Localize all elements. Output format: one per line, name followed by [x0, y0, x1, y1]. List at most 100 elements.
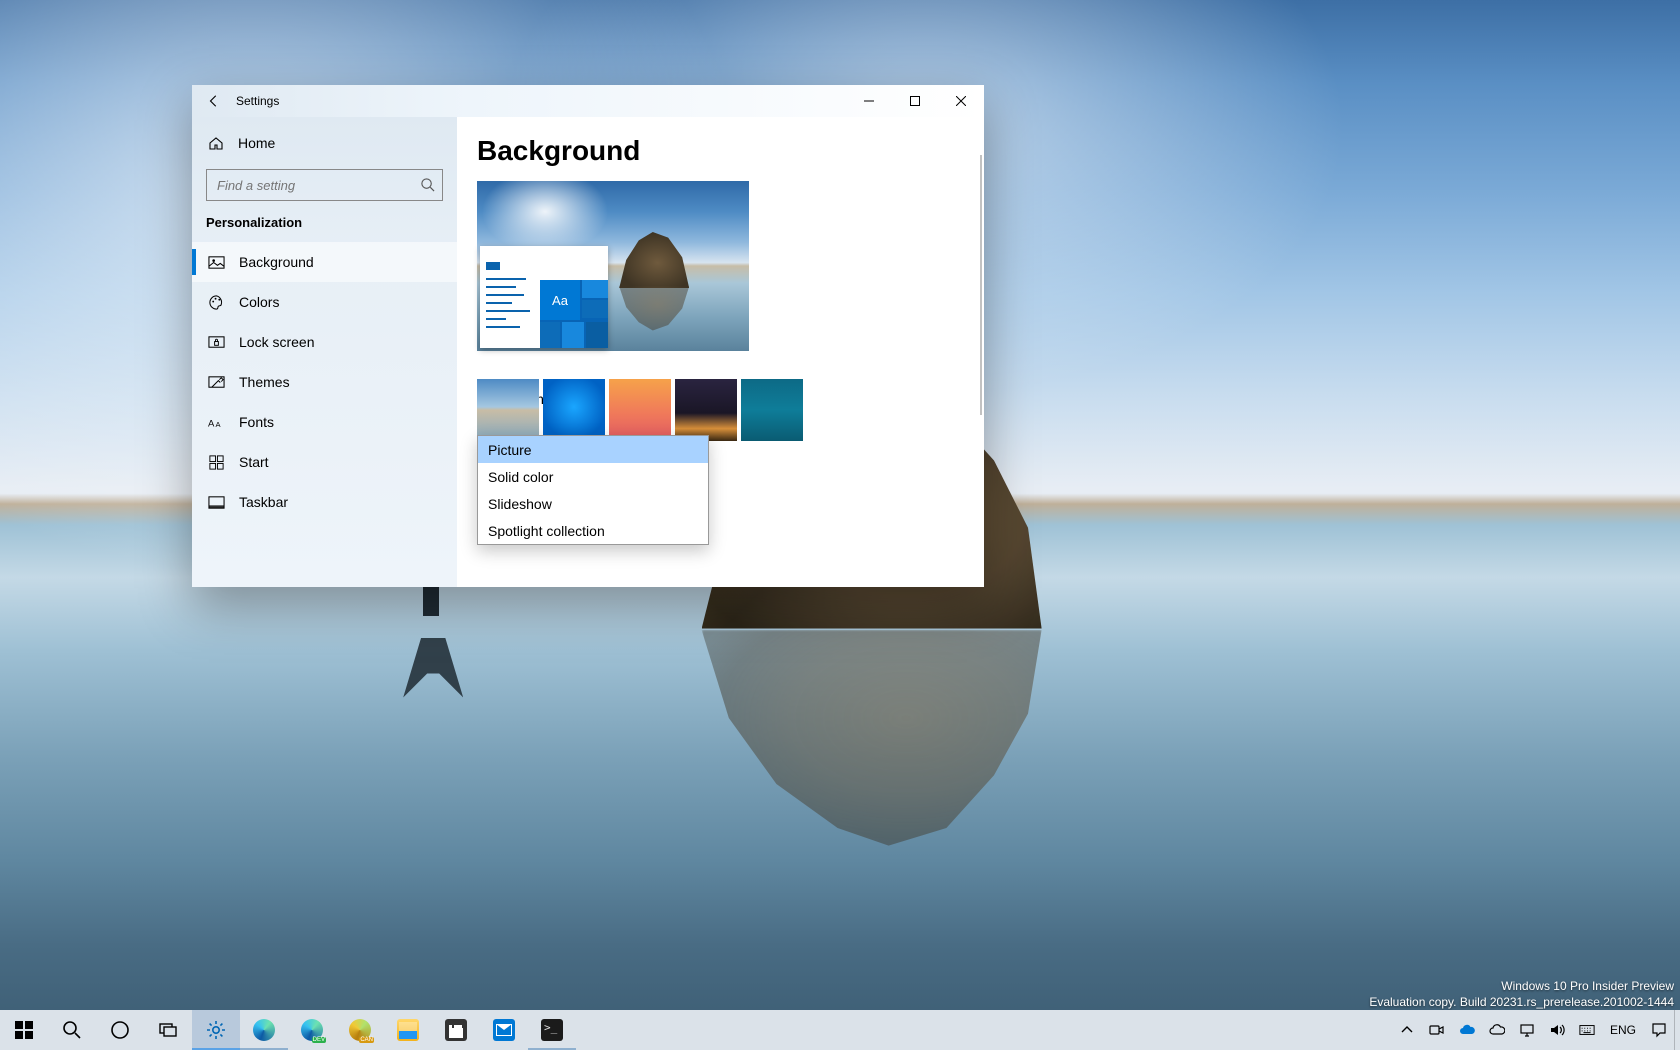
- tray-language[interactable]: ENG: [1602, 1010, 1644, 1050]
- terminal-icon: [541, 1019, 563, 1041]
- picture-thumb-4[interactable]: [675, 379, 737, 441]
- taskbar-app-mail[interactable]: [480, 1010, 528, 1050]
- start-button[interactable]: [0, 1010, 48, 1050]
- sidebar-nav: Background Colors Lock screen Themes: [192, 242, 457, 522]
- wallpaper-silhouette: [403, 578, 463, 698]
- titlebar[interactable]: Settings: [192, 85, 984, 117]
- cloud-outline-icon: [1489, 1022, 1505, 1038]
- sidebar-item-fonts[interactable]: AA Fonts: [192, 402, 457, 442]
- desktop: Windows 10 Pro Insider Preview Evaluatio…: [0, 0, 1680, 1050]
- picture-thumb-2[interactable]: [543, 379, 605, 441]
- arrow-left-icon: [207, 94, 221, 108]
- back-button[interactable]: [192, 85, 236, 117]
- taskbar-app-edge-dev[interactable]: [288, 1010, 336, 1050]
- svg-text:A: A: [216, 420, 222, 429]
- dropdown-option-solid-color[interactable]: Solid color: [478, 463, 708, 490]
- action-center-icon: [1651, 1022, 1667, 1038]
- desktop-watermark: Windows 10 Pro Insider Preview Evaluatio…: [1369, 978, 1674, 1010]
- taskbar-search[interactable]: [48, 1010, 96, 1050]
- system-tray: ENG: [1392, 1010, 1680, 1050]
- mail-icon: [493, 1019, 515, 1041]
- settings-window: Settings Home Personalization: [192, 85, 984, 587]
- watermark-line1: Windows 10 Pro Insider Preview: [1369, 978, 1674, 994]
- watermark-line2: Evaluation copy. Build 20231.rs_prerelea…: [1369, 994, 1674, 1010]
- sidebar-item-themes[interactable]: Themes: [192, 362, 457, 402]
- cortana-icon: [109, 1019, 131, 1041]
- keyboard-icon: [1579, 1022, 1595, 1038]
- taskbar-task-view[interactable]: [144, 1010, 192, 1050]
- wallpaper-rock-reflection: [702, 630, 1042, 850]
- background-dropdown[interactable]: Picture Solid color Slideshow Spotlight …: [477, 435, 709, 545]
- sidebar-item-start[interactable]: Start: [192, 442, 457, 482]
- edge-canary-icon: [349, 1019, 371, 1041]
- sidebar-item-lock-screen[interactable]: Lock screen: [192, 322, 457, 362]
- window-title: Settings: [236, 94, 279, 108]
- taskbar-app-settings[interactable]: [192, 1010, 240, 1050]
- show-desktop-button[interactable]: [1674, 1010, 1680, 1050]
- tray-network[interactable]: [1512, 1010, 1542, 1050]
- store-icon: [445, 1019, 467, 1041]
- maximize-button[interactable]: [892, 85, 938, 117]
- tray-onedrive-2[interactable]: [1482, 1010, 1512, 1050]
- dropdown-option-picture[interactable]: Picture: [478, 436, 708, 463]
- maximize-icon: [910, 96, 920, 106]
- tray-keyboard[interactable]: [1572, 1010, 1602, 1050]
- dropdown-option-slideshow[interactable]: Slideshow: [478, 490, 708, 517]
- sidebar-item-label: Start: [239, 454, 269, 470]
- sidebar-item-background[interactable]: Background: [192, 242, 457, 282]
- network-icon: [1519, 1022, 1535, 1038]
- search-input[interactable]: [206, 169, 443, 201]
- picture-thumb-1[interactable]: [477, 379, 539, 441]
- picture-icon: [208, 254, 225, 271]
- minimize-icon: [864, 96, 874, 106]
- scrollbar[interactable]: [980, 155, 982, 415]
- palette-icon: [208, 294, 225, 311]
- start-icon: [208, 454, 225, 471]
- themes-icon: [208, 374, 225, 391]
- search-icon: [420, 177, 435, 192]
- taskbar-app-edge-canary[interactable]: [336, 1010, 384, 1050]
- sidebar-section-label: Personalization: [192, 215, 457, 242]
- search-icon: [61, 1019, 83, 1041]
- edge-icon: [253, 1019, 275, 1041]
- taskbar-app-store[interactable]: [432, 1010, 480, 1050]
- sidebar-home[interactable]: Home: [192, 127, 457, 159]
- dropdown-option-spotlight[interactable]: Spotlight collection: [478, 517, 708, 544]
- minimize-button[interactable]: [846, 85, 892, 117]
- taskbar-app-file-explorer[interactable]: [384, 1010, 432, 1050]
- lock-screen-icon: [208, 334, 225, 351]
- search-wrap: [206, 169, 443, 201]
- tray-meet-now[interactable]: [1422, 1010, 1452, 1050]
- window-controls: [846, 85, 984, 117]
- tray-volume[interactable]: [1542, 1010, 1572, 1050]
- content-pane: Background Aa Background: [457, 117, 984, 587]
- sample-text-tile: Aa: [540, 280, 580, 320]
- fonts-icon: AA: [208, 414, 225, 431]
- picture-thumb-3[interactable]: [609, 379, 671, 441]
- tray-action-center[interactable]: [1644, 1010, 1674, 1050]
- tray-overflow[interactable]: [1392, 1010, 1422, 1050]
- sidebar-item-label: Background: [239, 254, 314, 270]
- chevron-up-icon: [1399, 1022, 1415, 1038]
- picture-thumb-5[interactable]: [741, 379, 803, 441]
- sidebar: Home Personalization Background Colors: [192, 117, 457, 587]
- recent-pictures: [477, 379, 964, 441]
- close-icon: [956, 96, 966, 106]
- taskbar-app-terminal[interactable]: [528, 1010, 576, 1050]
- sidebar-home-label: Home: [238, 135, 275, 151]
- sidebar-item-label: Themes: [239, 374, 290, 390]
- background-preview: Aa: [477, 181, 749, 351]
- sidebar-item-colors[interactable]: Colors: [192, 282, 457, 322]
- close-button[interactable]: [938, 85, 984, 117]
- taskbar-cortana[interactable]: [96, 1010, 144, 1050]
- tray-onedrive[interactable]: [1452, 1010, 1482, 1050]
- sidebar-item-taskbar[interactable]: Taskbar: [192, 482, 457, 522]
- windows-logo-icon: [13, 1019, 35, 1041]
- sample-window: Aa: [480, 246, 608, 348]
- taskbar-app-edge[interactable]: [240, 1010, 288, 1050]
- taskbar: ENG: [0, 1010, 1680, 1050]
- svg-text:A: A: [208, 418, 215, 429]
- sidebar-item-label: Colors: [239, 294, 279, 310]
- task-view-icon: [157, 1019, 179, 1041]
- sidebar-item-label: Taskbar: [239, 494, 288, 510]
